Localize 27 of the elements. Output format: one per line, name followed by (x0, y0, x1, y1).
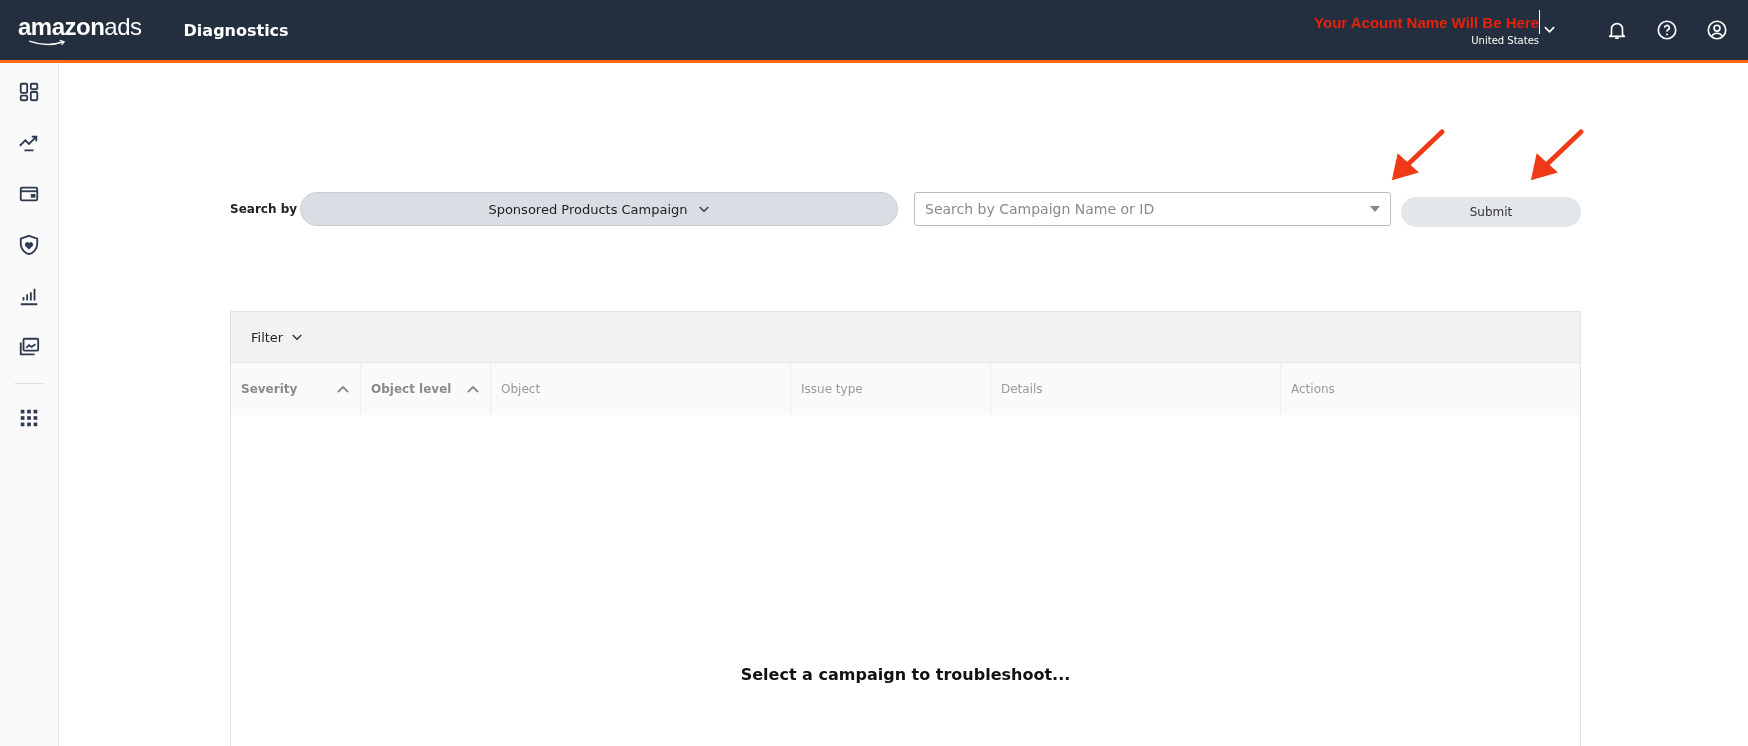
column-header: Object (501, 382, 541, 396)
empty-state-message: Select a campaign to troubleshoot... (740, 665, 1071, 684)
sort-ascending-icon[interactable] (466, 384, 480, 394)
search-by-label: Search by (230, 202, 299, 216)
chevron-down-icon (697, 204, 710, 214)
amazon-ads-logo[interactable]: amazonads (18, 13, 142, 47)
shield-heart-icon[interactable] (18, 234, 40, 256)
apps-grid-icon[interactable] (18, 407, 40, 429)
page-title: Diagnostics (183, 20, 289, 40)
country-label: United States (1471, 35, 1539, 46)
campaign-search-field[interactable]: Search by Campaign Name or ID (914, 192, 1391, 226)
profile-icon[interactable] (1706, 19, 1728, 41)
dropdown-triangle-icon[interactable] (1370, 206, 1380, 212)
column-header: Details (1001, 382, 1043, 396)
filter-dropdown[interactable]: Filter (251, 329, 304, 345)
column-header: Actions (1291, 382, 1335, 396)
sort-ascending-icon[interactable] (336, 384, 350, 394)
text-cursor (1539, 10, 1540, 34)
chevron-down-icon[interactable] (1543, 25, 1556, 35)
submit-button[interactable]: Submit (1401, 197, 1581, 227)
image-gallery-icon[interactable] (18, 336, 40, 358)
search-type-dropdown[interactable]: Sponsored Products Campaign (300, 192, 898, 226)
chevron-down-icon (291, 332, 304, 342)
account-name: Your Acount Name Will Be Here (1314, 14, 1539, 31)
help-icon[interactable] (1656, 19, 1678, 41)
column-header: Issue type (801, 382, 863, 396)
dashboard-icon[interactable] (18, 81, 40, 103)
